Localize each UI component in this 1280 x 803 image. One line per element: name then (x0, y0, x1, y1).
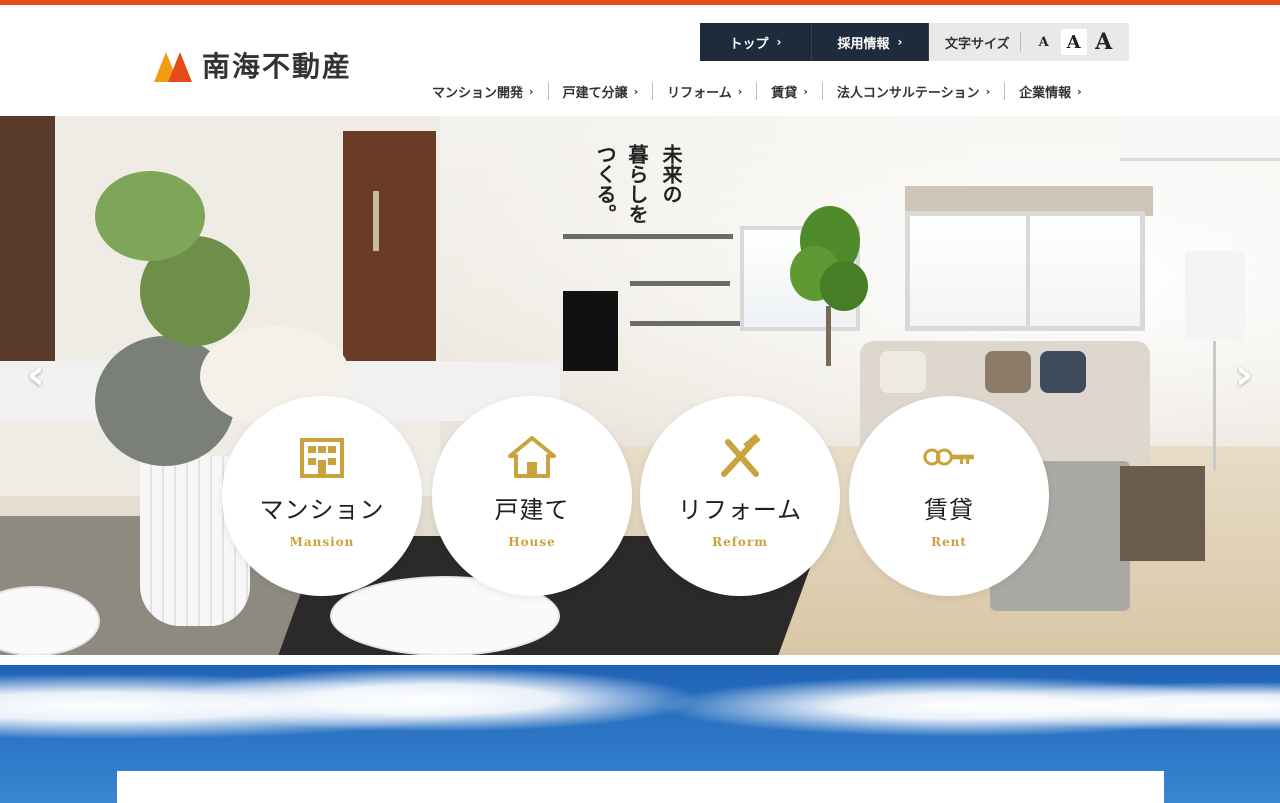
utility-nav: トップ › 採用情報 › 文字サイズ A A A (700, 23, 1129, 61)
chevron-right-icon: › (737, 84, 743, 98)
font-size-small-button[interactable]: A (1031, 29, 1057, 55)
nav-item-reform[interactable]: リフォーム › (667, 82, 742, 101)
chevron-right-icon: › (633, 84, 639, 98)
recruit-button[interactable]: 採用情報 › (812, 23, 929, 61)
hero-slider: つくる。 暮らしを 未来の ‹ › マンション Mansion 戸建て Hous… (0, 116, 1280, 655)
tools-icon (712, 434, 768, 480)
recruit-label: 採用情報 (837, 36, 890, 52)
nav-item-label: 賃貸 (771, 85, 798, 101)
category-title: 戸建て (494, 496, 570, 524)
site-logo[interactable]: 南海不動産 (152, 45, 352, 85)
nav-item-label: 戸建て分譲 (562, 85, 628, 101)
category-title: マンション (259, 496, 385, 524)
font-size-large-button[interactable]: A (1091, 29, 1117, 55)
key-icon (921, 434, 977, 480)
category-subtitle: House (508, 535, 556, 549)
divider (652, 82, 654, 100)
category-subtitle: Mansion (289, 535, 355, 549)
category-house-button[interactable]: 戸建て House (432, 396, 632, 596)
nav-item-mansion[interactable]: マンション開発 › (432, 82, 534, 101)
divider (1019, 32, 1021, 52)
divider (756, 82, 758, 100)
building-icon (294, 434, 350, 480)
nav-item-label: マンション開発 (432, 85, 524, 101)
logo-text: 南海不動産 (202, 50, 353, 83)
chevron-right-icon: › (1077, 84, 1082, 98)
logo-mark-icon (152, 48, 192, 82)
site-header: 南海不動産 トップ › 採用情報 › 文字サイズ A A A マンション開発 ›… (0, 5, 1280, 116)
category-title: 賃貸 (924, 496, 974, 524)
category-title: リフォーム (677, 496, 803, 524)
divider (821, 82, 823, 100)
nav-item-house[interactable]: 戸建て分譲 › (563, 82, 639, 101)
house-icon (504, 434, 560, 480)
chevron-right-icon: › (776, 35, 782, 49)
category-subtitle: Rent (931, 535, 967, 549)
main-nav: マンション開発 › 戸建て分譲 › リフォーム › 賃貸 › 法人コンサルテーシ… (432, 79, 1082, 103)
divider (1004, 82, 1006, 100)
chevron-right-icon: › (897, 35, 903, 49)
divider (547, 82, 549, 100)
nav-item-label: リフォーム (667, 85, 732, 101)
category-subtitle: Reform (712, 535, 768, 549)
font-size-medium-button[interactable]: A (1060, 29, 1087, 55)
category-links: マンション Mansion 戸建て House リフォーム Reform 賃貸 … (0, 116, 1280, 655)
chevron-right-icon: › (529, 84, 534, 98)
nav-item-company[interactable]: 企業情報 › (1019, 82, 1082, 101)
nav-item-label: 企業情報 (1019, 85, 1072, 101)
chevron-right-icon: › (803, 84, 808, 98)
category-mansion-button[interactable]: マンション Mansion (222, 396, 422, 596)
content-card (117, 771, 1164, 803)
top-page-button[interactable]: トップ › (700, 23, 812, 61)
category-rent-button[interactable]: 賃貸 Rent (849, 396, 1049, 596)
nav-item-label: 法人コンサルテーション (836, 85, 980, 101)
top-page-label: トップ (729, 36, 769, 52)
nav-item-consulting[interactable]: 法人コンサルテーション › (837, 82, 990, 101)
category-reform-button[interactable]: リフォーム Reform (640, 396, 840, 596)
nav-item-rent[interactable]: 賃貸 › (771, 82, 808, 101)
font-size-label: 文字サイズ (945, 36, 1010, 52)
chevron-right-icon: › (985, 84, 991, 98)
font-size-switcher: 文字サイズ A A A (929, 23, 1129, 61)
